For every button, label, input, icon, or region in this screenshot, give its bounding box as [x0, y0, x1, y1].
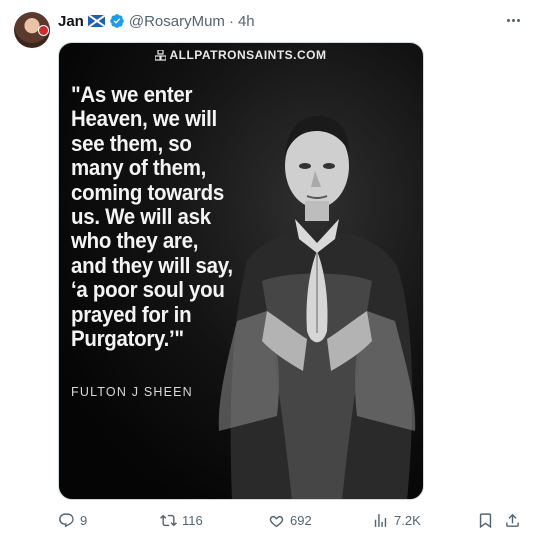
bookmark-icon	[479, 513, 492, 529]
avatar[interactable]	[14, 12, 50, 48]
tweet-image[interactable]: ALLPATRONSAINTS.COM "As we enter Heaven,…	[58, 42, 424, 500]
reply-icon	[59, 513, 74, 528]
reply-count: 9	[80, 513, 88, 528]
poppy-icon	[39, 26, 48, 35]
author-name[interactable]: Jan	[58, 13, 84, 30]
praying-priest-figure	[218, 116, 416, 499]
share-icon	[506, 513, 519, 527]
author-handle[interactable]: @RosaryMum	[129, 13, 225, 30]
reply-button[interactable]: 9	[58, 512, 87, 529]
timestamp[interactable]: 4h	[238, 13, 255, 30]
views-button[interactable]: 7.2K	[372, 512, 421, 529]
repost-icon	[160, 514, 177, 527]
repost-count: 116	[182, 513, 203, 528]
tweet-actions: 9 116 692 7.2K	[0, 512, 534, 532]
quote-author: FULTON J SHEEN	[71, 385, 193, 399]
verified-badge-icon	[110, 14, 124, 28]
repost-button[interactable]: 116	[160, 512, 203, 529]
bookmark-button[interactable]	[477, 512, 494, 529]
view-count: 7.2K	[394, 513, 421, 528]
analytics-icon	[374, 514, 387, 527]
like-button[interactable]: 692	[268, 512, 312, 529]
more-options-icon[interactable]	[503, 12, 523, 28]
scotland-flag-icon	[87, 15, 105, 27]
share-button[interactable]	[504, 512, 521, 529]
like-count: 692	[290, 513, 312, 528]
watermark-brand: ALLPATRONSAINTS.COM	[59, 48, 423, 62]
brand-text: ALLPATRONSAINTS.COM	[169, 48, 327, 62]
heart-icon	[269, 515, 284, 528]
tweet-header: Jan @RosaryMum · 4h	[58, 12, 255, 30]
separator-dot: ·	[228, 12, 234, 30]
logo-icon	[155, 50, 167, 61]
quote-text: "As we enter Heaven, we will see them, s…	[71, 82, 233, 352]
